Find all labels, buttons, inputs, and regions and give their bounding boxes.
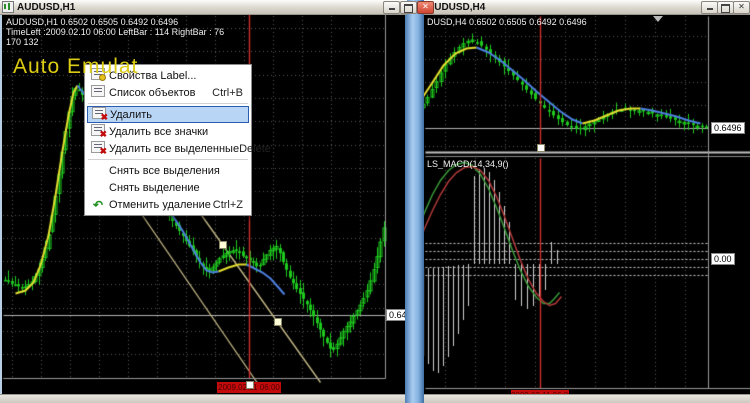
menu-item-8[interactable]: Снять выделение xyxy=(87,179,249,196)
menu-item-label: Удалить все выделенные xyxy=(109,142,240,155)
menu-separator xyxy=(88,103,248,104)
menu-item-label: Снять все выделения xyxy=(109,164,220,177)
delete-all-arrows-icon: ✖ xyxy=(87,124,109,139)
h4-close-button[interactable]: ✕ xyxy=(733,1,750,14)
h1-quote-header: AUDUSD,H1 0.6502 0.6505 0.6492 0.6496 xyxy=(6,17,179,27)
h1-close-button[interactable]: ✕ xyxy=(417,1,434,14)
auto-emulator-label[interactable]: Auto Emulat xyxy=(13,55,151,79)
window-border-strip xyxy=(405,0,424,403)
chart-window-icon xyxy=(2,1,14,13)
menu-item-shortcut: Delete xyxy=(239,142,271,155)
close-icon: ✕ xyxy=(738,2,745,11)
menu-item-shortcut: Ctrl+Z xyxy=(212,198,243,211)
maximize-icon xyxy=(404,4,413,13)
h1-vline-handle[interactable] xyxy=(246,381,254,389)
h1-counters-header: 170 132 xyxy=(6,37,39,47)
menu-item-3[interactable]: ✖ Удалить xyxy=(87,106,249,123)
macd-value-box: 0.00 xyxy=(711,253,735,265)
minimize-icon xyxy=(388,8,395,10)
trendline-handle-2[interactable] xyxy=(274,318,282,326)
trendline-handle-1[interactable] xyxy=(219,241,227,249)
menu-item-label: Отменить удаление xyxy=(109,198,211,211)
menu-item-9[interactable]: ↶ Отменить удаление Ctrl+Z xyxy=(87,196,249,213)
menu-item-label: Снять выделение xyxy=(109,181,200,194)
menu-item-label: Список объектов xyxy=(109,86,196,99)
h1-info-header: TimeLeft :2009.02.10 06:00 LeftBar : 114… xyxy=(6,27,225,37)
arrow-down-object[interactable] xyxy=(653,16,663,22)
maximize-icon xyxy=(721,4,730,13)
minimize-icon xyxy=(706,8,713,10)
menu-item-5[interactable]: ✖ Удалить все выделенные Delete xyxy=(87,140,271,157)
menu-item-4[interactable]: ✖ Удалить все значки xyxy=(87,123,249,140)
metatrader-workspace: { "window_left": { "title": "AUDUSD,H1",… xyxy=(0,0,750,403)
h1-window-title: AUDUSD,H1 xyxy=(17,1,76,13)
h1-maximize-button[interactable] xyxy=(400,1,417,14)
objects-list-icon xyxy=(87,85,109,100)
menu-item-1[interactable]: Список объектов Ctrl+B xyxy=(87,84,249,101)
delete-object-icon: ✖ xyxy=(88,107,110,122)
menu-item-7[interactable]: Снять все выделения xyxy=(87,162,249,179)
menu-item-label: Удалить xyxy=(110,108,152,121)
window-bottom-border xyxy=(0,394,750,403)
undo-icon: ↶ xyxy=(92,197,104,212)
h4-minimize-button[interactable] xyxy=(701,1,718,14)
macd-indicator-label: LS_MACD(14,34,9() xyxy=(427,159,509,169)
h1-window-titlebar[interactable]: AUDUSD,H1 xyxy=(0,0,407,15)
h4-current-price-box: 0.6496 xyxy=(711,122,745,134)
h4-quote-header: DUSD,H4 0.6502 0.6505 0.6492 0.6496 xyxy=(427,17,587,27)
h1-minimize-button[interactable] xyxy=(383,1,400,14)
delete-all-selected-icon: ✖ xyxy=(87,141,109,156)
context-menu: Свойства Label... Список объектов Ctrl+B ✖ У… xyxy=(84,64,271,216)
menu-item-label: Удалить все значки xyxy=(109,125,209,138)
close-icon: ✕ xyxy=(422,2,429,11)
h4-window-title: AUDUSD,H4 xyxy=(427,1,486,13)
h4-maximize-button[interactable] xyxy=(717,1,734,14)
menu-separator xyxy=(88,159,248,160)
menu-item-shortcut: Ctrl+B xyxy=(212,86,243,99)
h4-vline-handle[interactable] xyxy=(537,144,545,152)
